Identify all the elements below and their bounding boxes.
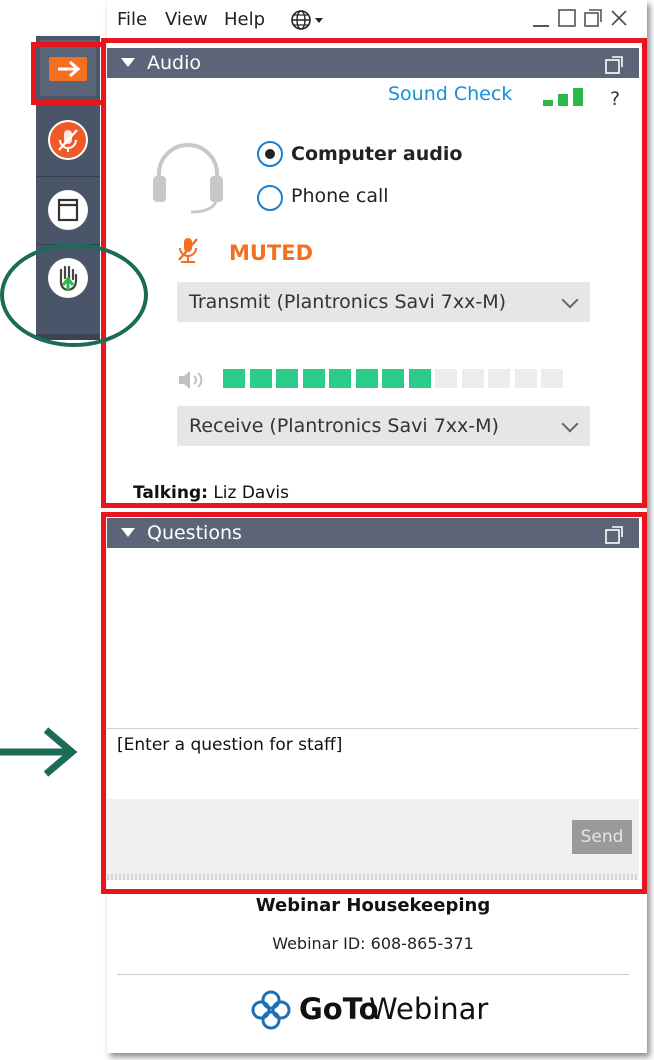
menu-help[interactable]: Help [224,9,265,30]
webinar-title: Webinar Housekeeping [255,895,491,916]
footer-divider [117,974,629,975]
toolbar-divider [36,176,100,177]
menu-view[interactable]: View [165,9,208,30]
minimize-icon[interactable] [531,8,551,28]
microphone-muted-icon[interactable] [48,120,88,160]
globe-icon[interactable] [289,8,329,36]
annotation-highlight-box [101,512,647,894]
menu-file[interactable]: File [117,9,147,30]
annotation-arrow-icon [0,722,82,786]
annotation-highlight-box [31,42,106,105]
annotation-circle [0,243,148,347]
close-icon[interactable] [609,8,629,28]
brand-bold: GoTo [299,992,379,1026]
gotowebinar-logo-icon [249,988,293,1036]
brand-light: Webinar [369,992,489,1026]
menu-bar: File View Help [107,0,647,40]
webinar-id: Webinar ID: 608-865-371 [272,934,474,953]
restore-icon[interactable] [583,8,603,28]
annotation-highlight-box [101,38,647,508]
window-icon[interactable] [48,190,88,230]
maximize-icon[interactable] [557,8,577,28]
